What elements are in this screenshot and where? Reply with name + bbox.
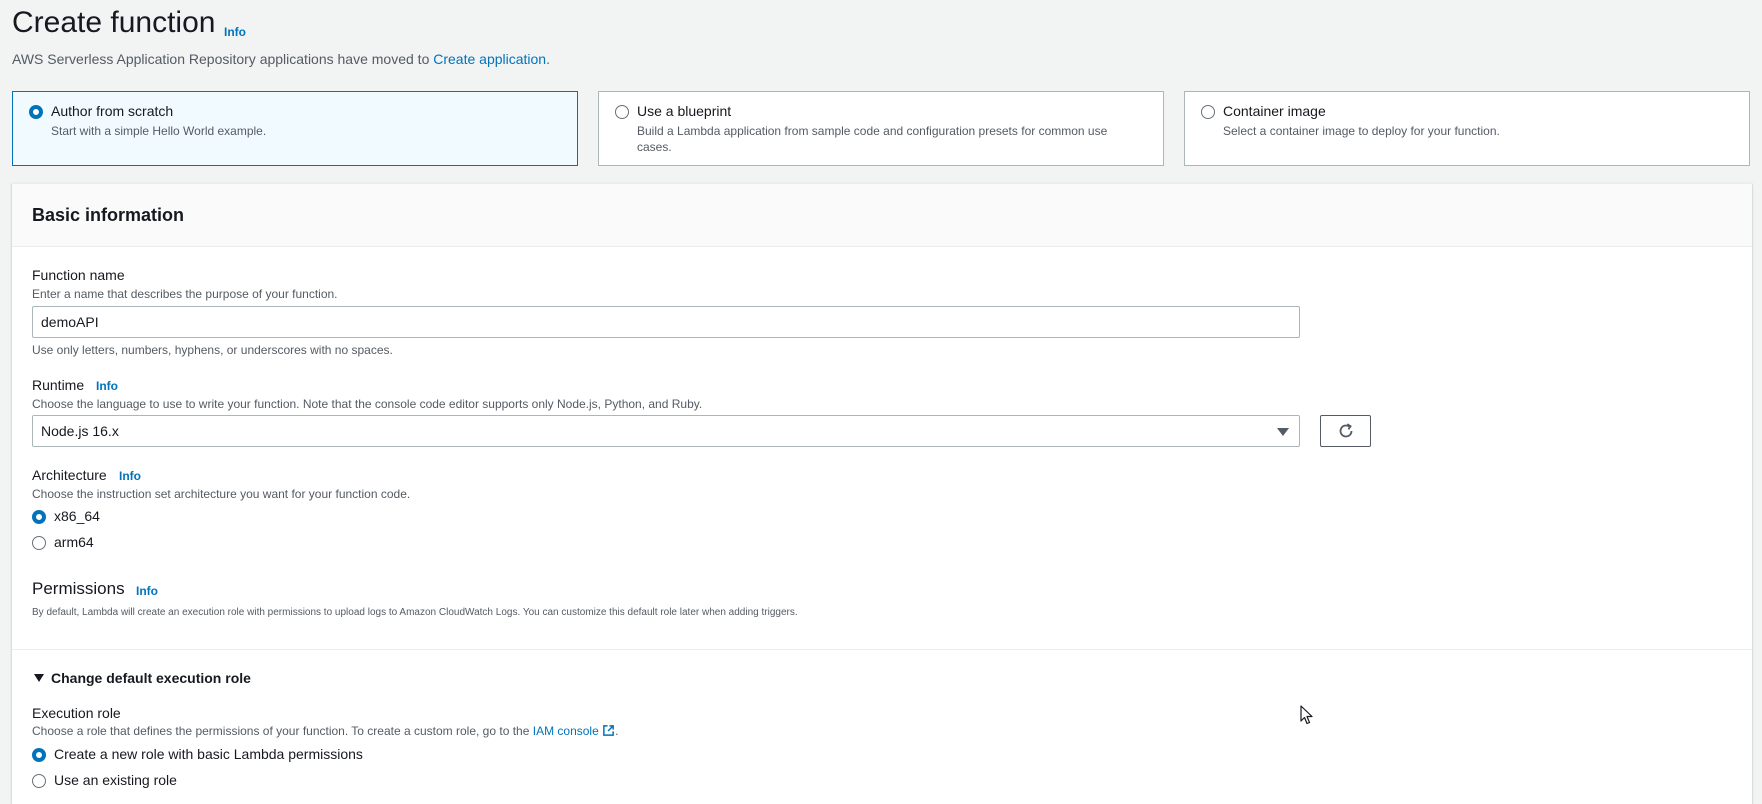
option-container-image[interactable]: Container image Select a container image…	[1184, 91, 1750, 166]
runtime-select-value: Node.js 16.x	[41, 423, 119, 439]
execution-role-desc-suffix: .	[615, 724, 619, 738]
use-existing-role-radio[interactable]	[32, 774, 46, 788]
arm64-radio[interactable]	[32, 536, 46, 550]
caret-down-icon	[34, 674, 44, 682]
create-new-role-radio[interactable]	[32, 748, 46, 762]
function-name-desc: Enter a name that describes the purpose …	[32, 287, 338, 301]
architecture-info-link[interactable]: Info	[119, 469, 141, 483]
author-from-scratch-radio[interactable]	[29, 105, 43, 119]
permissions-heading: Permissions	[32, 579, 125, 598]
option-desc: Build a Lambda application from sample c…	[637, 124, 1108, 154]
permissions-desc: By default, Lambda will create an execut…	[32, 607, 798, 618]
execution-role-label: Execution role	[32, 705, 121, 721]
panel-header: Basic information	[12, 184, 1752, 247]
section-divider	[12, 649, 1752, 650]
runtime-label: Runtime	[32, 377, 85, 393]
radio-label: x86_64	[54, 508, 100, 524]
option-title: Author from scratch	[51, 103, 174, 119]
moved-note: AWS Serverless Application Repository ap…	[12, 51, 550, 67]
architecture-desc: Choose the instruction set architecture …	[32, 487, 411, 501]
radio-label: arm64	[54, 534, 94, 550]
option-title: Use a blueprint	[637, 103, 732, 119]
moved-note-suffix: .	[546, 51, 550, 67]
radio-label: Use an existing role	[54, 772, 177, 788]
refresh-runtimes-button[interactable]	[1320, 415, 1371, 447]
function-name-hint: Use only letters, numbers, hyphens, or u…	[32, 343, 393, 357]
title-info-link[interactable]: Info	[224, 25, 246, 39]
use-a-blueprint-radio[interactable]	[615, 105, 629, 119]
runtime-select[interactable]: Node.js 16.x	[32, 415, 1300, 447]
caret-down-icon	[1277, 428, 1289, 436]
option-title: Container image	[1223, 103, 1326, 119]
execution-role-desc-text: Choose a role that defines the permissio…	[32, 724, 533, 738]
function-name-label: Function name	[32, 267, 125, 283]
option-desc: Select a container image to deploy for y…	[1223, 124, 1500, 138]
runtime-info-link[interactable]: Info	[96, 379, 118, 393]
page-title: Create function	[12, 6, 216, 39]
radio-label: Create a new role with basic Lambda perm…	[54, 746, 363, 762]
architecture-label: Architecture	[32, 467, 107, 483]
option-author-from-scratch[interactable]: Author from scratch Start with a simple …	[12, 91, 578, 166]
external-link-icon[interactable]	[602, 724, 615, 737]
execution-role-desc: Choose a role that defines the permissio…	[32, 724, 618, 738]
container-image-radio[interactable]	[1201, 105, 1215, 119]
mouse-cursor-icon	[1300, 705, 1313, 725]
runtime-desc: Choose the language to use to write your…	[32, 397, 703, 411]
refresh-icon	[1339, 423, 1352, 438]
function-name-input[interactable]	[32, 306, 1300, 338]
permissions-info-link[interactable]: Info	[136, 584, 158, 598]
option-desc: Start with a simple Hello World example.	[51, 124, 267, 138]
create-application-link[interactable]: Create application	[433, 51, 546, 67]
x86-64-radio[interactable]	[32, 510, 46, 524]
panel-title: Basic information	[32, 205, 185, 225]
option-use-a-blueprint[interactable]: Use a blueprint Build a Lambda applicati…	[598, 91, 1164, 166]
moved-note-text: AWS Serverless Application Repository ap…	[12, 51, 434, 67]
iam-console-link[interactable]: IAM console	[533, 724, 599, 738]
expander-label: Change default execution role	[51, 670, 251, 686]
